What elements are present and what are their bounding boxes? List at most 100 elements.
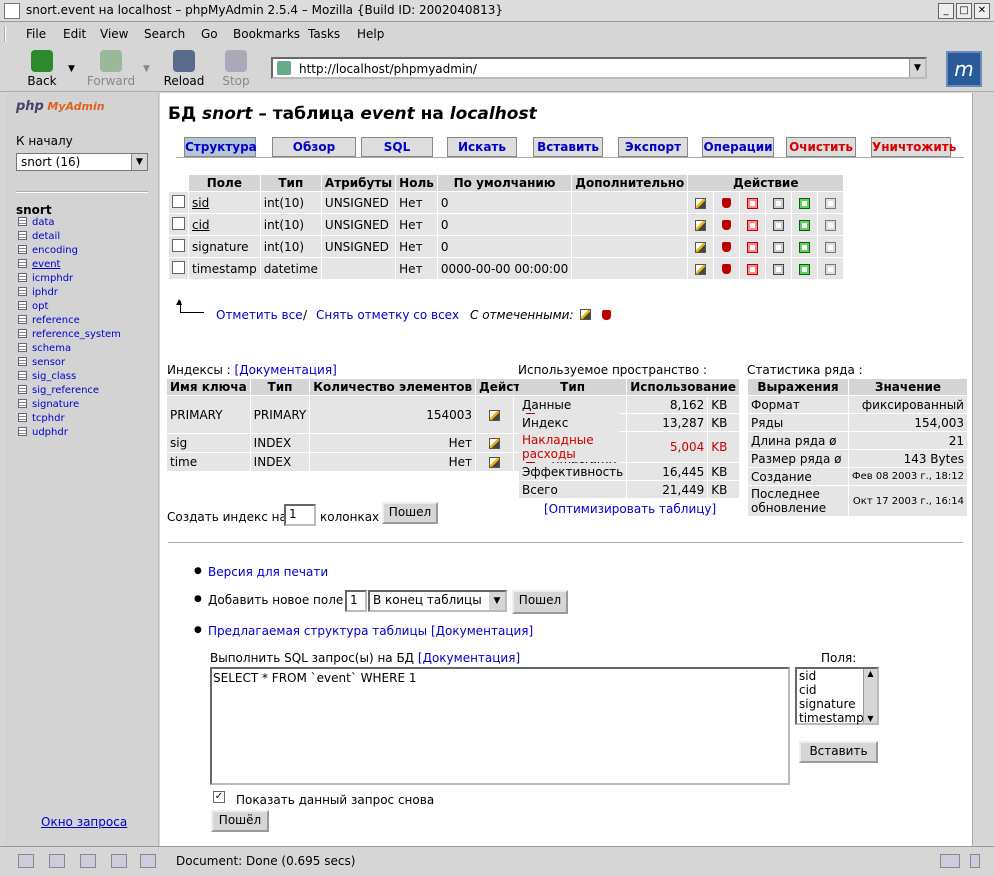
query-window-link[interactable]: Окно запроса: [41, 815, 127, 829]
primary-icon[interactable]: [747, 197, 759, 209]
fulltext-icon[interactable]: [825, 263, 837, 275]
minimize-icon[interactable]: _: [938, 3, 954, 19]
online-status-icon[interactable]: [940, 854, 960, 868]
print-version-link[interactable]: Версия для печати: [208, 565, 328, 579]
menu-edit[interactable]: Edit: [63, 27, 86, 41]
page-proxy-icon[interactable]: [277, 61, 291, 75]
composer-icon[interactable]: [80, 854, 96, 868]
sql-doc-link[interactable]: [Документация]: [418, 651, 520, 665]
forward-button[interactable]: Forward: [84, 48, 138, 88]
menu-view[interactable]: View: [100, 27, 128, 41]
table-link-sig_class[interactable]: sig_class: [18, 371, 76, 385]
unique-icon[interactable]: [799, 263, 811, 275]
home-link[interactable]: К началу: [16, 134, 73, 148]
url-bar[interactable]: http://localhost/phpmyadmin/ ▼: [271, 57, 927, 79]
indexes-doc-link[interactable]: [Документация]: [235, 363, 337, 377]
close-icon[interactable]: ✕: [974, 3, 990, 19]
table-link-reference[interactable]: reference: [18, 315, 80, 329]
scroll-up-icon[interactable]: ▲: [864, 669, 877, 678]
back-history-dropdown-icon[interactable]: ▼: [68, 64, 75, 74]
menubar-grip[interactable]: [4, 26, 12, 42]
edit-index-icon[interactable]: [489, 457, 501, 468]
table-link-schema[interactable]: schema: [18, 343, 71, 357]
table-link-reference_system[interactable]: reference_system: [18, 329, 121, 343]
table-link-sig_reference[interactable]: sig_reference: [18, 385, 99, 399]
reload-button[interactable]: Reload: [159, 48, 209, 88]
propose-structure-link[interactable]: Предлагаемая структура таблицы: [208, 624, 427, 638]
drop-selected-icon[interactable]: [602, 310, 611, 320]
phpmyadmin-logo[interactable]: php MyAdmin: [16, 99, 105, 114]
database-select[interactable]: snort (16) ▼: [16, 153, 148, 171]
tab-7[interactable]: Очистить: [786, 137, 856, 157]
menu-help[interactable]: Help: [357, 27, 384, 41]
add-field-count-input[interactable]: 1: [345, 590, 367, 612]
drop-icon[interactable]: [722, 242, 732, 252]
edit-icon[interactable]: [695, 241, 707, 253]
index-icon[interactable]: [773, 219, 785, 231]
tab-2[interactable]: SQL: [361, 137, 433, 157]
tab-3[interactable]: Искать: [447, 137, 517, 157]
tab-5[interactable]: Экспорт: [618, 137, 688, 157]
menu-go[interactable]: Go: [201, 27, 218, 41]
irc-chat-icon[interactable]: [140, 854, 156, 868]
table-link-iphdr[interactable]: iphdr: [18, 287, 58, 301]
tab-0[interactable]: Структура: [184, 137, 257, 157]
database-name[interactable]: snort: [16, 203, 52, 217]
tab-4[interactable]: Вставить: [533, 137, 603, 157]
row-checkbox[interactable]: [172, 194, 185, 208]
tab-1[interactable]: Обзор: [272, 137, 356, 157]
window-menu-icon[interactable]: [4, 3, 20, 19]
menu-bookmarks[interactable]: Bookmarks: [233, 27, 300, 41]
row-checkbox[interactable]: [172, 216, 185, 230]
table-link-sensor[interactable]: sensor: [18, 357, 65, 371]
maximize-icon[interactable]: □: [956, 3, 972, 19]
sql-insert-field-button[interactable]: Вставить: [799, 741, 878, 763]
edit-index-icon[interactable]: [489, 438, 501, 449]
table-link-tcphdr[interactable]: tcphdr: [18, 413, 65, 427]
menu-search[interactable]: Search: [144, 27, 185, 41]
tab-8[interactable]: Уничтожить: [871, 137, 956, 157]
forward-history-dropdown-icon[interactable]: ▼: [143, 64, 150, 74]
sql-go-button[interactable]: Пошёл: [211, 810, 269, 832]
index-icon[interactable]: [773, 263, 785, 275]
primary-icon[interactable]: [747, 241, 759, 253]
mail-icon[interactable]: [49, 854, 65, 868]
table-link-data[interactable]: data: [18, 217, 55, 231]
url-dropdown-icon[interactable]: ▼: [909, 59, 925, 77]
unique-icon[interactable]: [799, 197, 811, 209]
primary-icon[interactable]: [747, 263, 759, 275]
address-book-icon[interactable]: [111, 854, 127, 868]
listbox-scrollbar[interactable]: ▲ ▼: [863, 669, 877, 723]
table-link-signature[interactable]: signature: [18, 399, 79, 413]
uncheck-all-link[interactable]: Снять отметку со всех: [316, 308, 459, 322]
create-index-columns-input[interactable]: 1: [284, 504, 316, 526]
navigator-icon[interactable]: [18, 854, 34, 868]
menu-file[interactable]: File: [26, 27, 46, 41]
edit-icon[interactable]: [695, 197, 707, 209]
scroll-down-icon[interactable]: ▼: [864, 714, 877, 723]
edit-index-icon[interactable]: [489, 409, 501, 421]
index-icon[interactable]: [773, 197, 785, 209]
add-field-position-select[interactable]: В конец таблицы ▼: [368, 590, 507, 612]
drop-icon[interactable]: [722, 198, 732, 208]
drop-icon[interactable]: [722, 220, 732, 230]
table-link-event[interactable]: event: [18, 259, 60, 273]
table-link-encoding[interactable]: encoding: [18, 245, 78, 259]
index-icon[interactable]: [773, 241, 785, 253]
menu-tasks[interactable]: Tasks: [308, 27, 340, 41]
add-field-go-button[interactable]: Пошел: [512, 590, 568, 614]
back-button[interactable]: Back: [17, 48, 67, 88]
optimize-table-link[interactable]: [Оптимизировать таблицу]: [544, 502, 716, 516]
primary-icon[interactable]: [747, 219, 759, 231]
edit-icon[interactable]: [695, 263, 707, 275]
propose-doc-link[interactable]: [Документация]: [431, 624, 533, 638]
show-again-checkbox[interactable]: ✓: [213, 791, 225, 803]
mozilla-throbber-icon[interactable]: m: [946, 51, 982, 87]
fulltext-icon[interactable]: [825, 197, 837, 209]
table-link-opt[interactable]: opt: [18, 301, 48, 315]
main-vertical-scrollbar[interactable]: [972, 93, 988, 846]
row-checkbox[interactable]: [172, 260, 185, 274]
table-link-detail[interactable]: detail: [18, 231, 60, 245]
create-index-go-button[interactable]: Пошел: [382, 502, 438, 524]
edit-selected-icon[interactable]: [580, 309, 591, 320]
